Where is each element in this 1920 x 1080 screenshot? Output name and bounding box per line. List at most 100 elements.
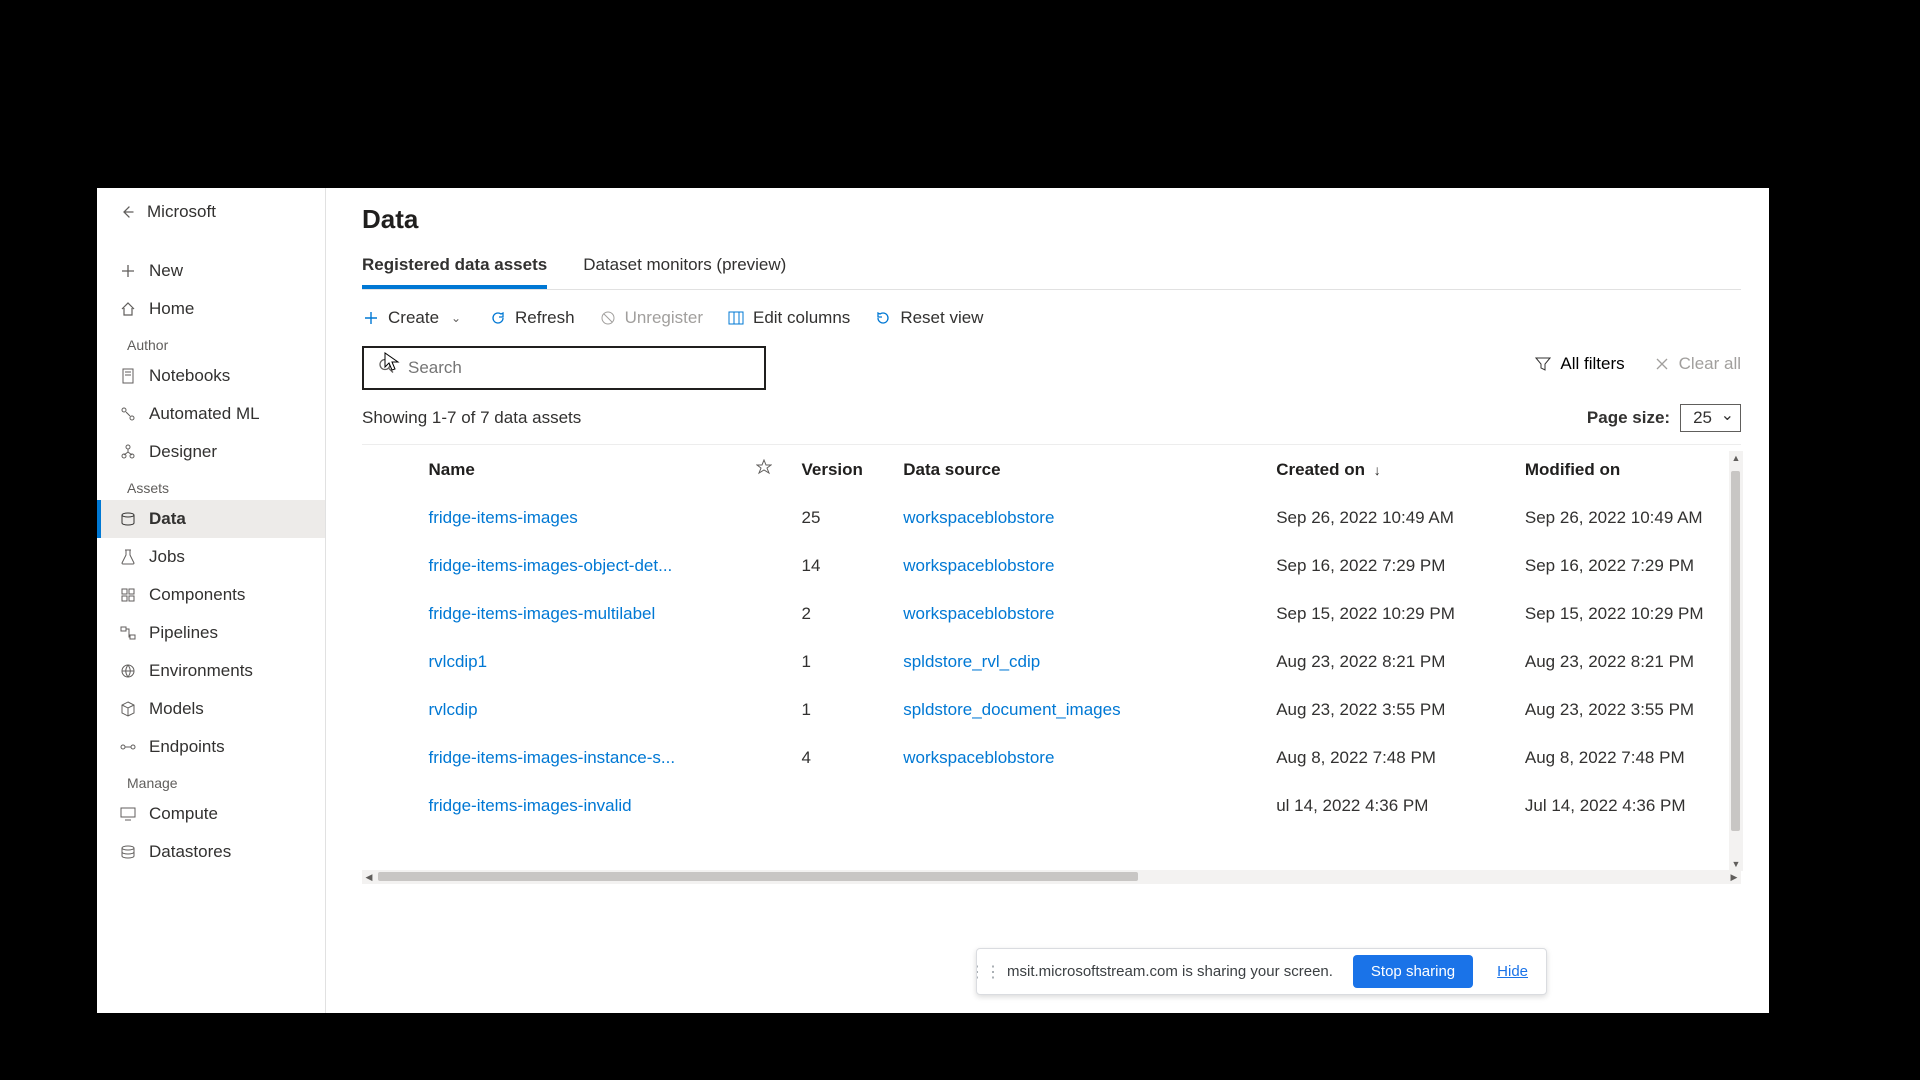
sidebar-environments[interactable]: Environments <box>97 652 325 690</box>
table-row[interactable]: fridge-items-images-multilabel 2 workspace… <box>362 590 1741 638</box>
sidebar-item-label: Designer <box>149 442 217 462</box>
back-icon <box>119 203 137 221</box>
sidebar-designer[interactable]: Designer <box>97 433 325 471</box>
modified-cell: Aug 23, 2022 8:21 PM <box>1515 638 1741 686</box>
filter-icon <box>1534 355 1552 373</box>
scroll-down-icon[interactable]: ▼ <box>1729 857 1743 871</box>
data-source-link[interactable]: workspaceblobstore <box>903 748 1054 767</box>
asset-name-link[interactable]: rvlcdip1 <box>429 652 488 671</box>
version-cell: 4 <box>792 734 894 782</box>
col-data-source[interactable]: Data source <box>893 445 1266 494</box>
scroll-left-icon[interactable]: ◀ <box>362 870 376 884</box>
asset-name-link[interactable]: fridge-items-images-object-det... <box>429 556 673 575</box>
sidebar: Microsoft New Home Author Notebooks <box>97 188 326 1013</box>
create-button[interactable]: Create ⌄ <box>362 308 465 328</box>
scroll-right-icon[interactable]: ▶ <box>1727 870 1741 884</box>
tab-dataset-monitors[interactable]: Dataset monitors (preview) <box>583 249 786 289</box>
sidebar-item-label: Home <box>149 299 194 319</box>
sidebar-endpoints[interactable]: Endpoints <box>97 728 325 766</box>
scroll-thumb[interactable] <box>378 872 1138 881</box>
asset-name-link[interactable]: fridge-items-images-instance-s... <box>429 748 676 767</box>
showing-count: Showing 1-7 of 7 data assets <box>362 408 581 428</box>
sidebar-components[interactable]: Components <box>97 576 325 614</box>
tab-registered-assets[interactable]: Registered data assets <box>362 249 547 289</box>
edit-columns-button[interactable]: Edit columns <box>727 308 850 328</box>
col-version[interactable]: Version <box>792 445 894 494</box>
table-container: Name Version Data source Created on ↓ <box>362 444 1741 884</box>
table-row[interactable]: fridge-items-images-instance-s... 4 worksp… <box>362 734 1741 782</box>
sidebar-notebooks[interactable]: Notebooks <box>97 357 325 395</box>
sidebar-item-label: Models <box>149 699 204 719</box>
compute-icon <box>119 805 137 823</box>
data-source-link[interactable]: workspaceblobstore <box>903 604 1054 623</box>
version-cell: 2 <box>792 590 894 638</box>
data-icon <box>119 510 137 528</box>
page-size-select[interactable]: 25 <box>1680 404 1741 432</box>
sidebar-jobs[interactable]: Jobs <box>97 538 325 576</box>
table-row[interactable]: fridge-items-images-object-det...14works… <box>362 542 1741 590</box>
plus-icon <box>362 309 380 327</box>
asset-name-link[interactable]: fridge-items-images <box>429 508 578 527</box>
asset-name-link[interactable]: rvlcdip <box>429 700 478 719</box>
designer-icon <box>119 443 137 461</box>
modified-cell: Sep 26, 2022 10:49 AM <box>1515 494 1741 542</box>
col-name[interactable]: Name <box>419 445 747 494</box>
data-source-link[interactable]: workspaceblobstore <box>903 508 1054 527</box>
created-cell: Aug 23, 2022 8:21 PM <box>1266 638 1515 686</box>
data-source-link[interactable]: spldstore_document_images <box>903 700 1120 719</box>
vertical-scrollbar[interactable]: ▲ ▼ <box>1729 451 1743 871</box>
sidebar-automated-ml[interactable]: Automated ML <box>97 395 325 433</box>
button-label: Clear all <box>1679 354 1741 374</box>
data-source-link[interactable]: spldstore_rvl_cdip <box>903 652 1040 671</box>
data-source-link[interactable]: workspaceblobstore <box>903 556 1054 575</box>
drag-handle-icon[interactable]: ⋮⋮ <box>977 962 993 982</box>
hide-banner-button[interactable]: Hide <box>1479 963 1546 980</box>
stop-sharing-button[interactable]: Stop sharing <box>1353 955 1473 988</box>
col-modified-on[interactable]: Modified on <box>1515 445 1741 494</box>
asset-name-link[interactable]: fridge-items-images-invalid <box>429 796 632 815</box>
created-cell: Sep 26, 2022 10:49 AM <box>1266 494 1515 542</box>
col-favorite[interactable] <box>746 445 791 494</box>
search-input-container[interactable] <box>362 346 766 390</box>
sidebar-models[interactable]: Models <box>97 690 325 728</box>
table-row[interactable]: fridge-items-images25workspaceblobstoreS… <box>362 494 1741 542</box>
components-icon <box>119 586 137 604</box>
sidebar-datastores[interactable]: Datastores <box>97 833 325 871</box>
reset-view-button[interactable]: Reset view <box>874 308 983 328</box>
button-label: Refresh <box>515 308 575 328</box>
scroll-thumb[interactable] <box>1731 471 1740 831</box>
brand-label: Microsoft <box>147 202 216 222</box>
search-icon <box>378 358 394 379</box>
search-input[interactable] <box>408 358 764 378</box>
automl-icon <box>119 405 137 423</box>
sidebar-item-label: Pipelines <box>149 623 218 643</box>
all-filters-button[interactable]: All filters <box>1534 354 1624 374</box>
created-cell: Sep 15, 2022 10:29 PM <box>1266 590 1515 638</box>
sidebar-compute[interactable]: Compute <box>97 795 325 833</box>
brand-back[interactable]: Microsoft <box>97 192 325 232</box>
button-label: Reset view <box>900 308 983 328</box>
modified-cell: Aug 23, 2022 3:55 PM <box>1515 686 1741 734</box>
sidebar-item-label: Environments <box>149 661 253 681</box>
scroll-up-icon[interactable]: ▲ <box>1729 451 1743 465</box>
flask-icon <box>119 548 137 566</box>
table-row[interactable]: fridge-items-images-invalidul 14, 2022 4… <box>362 782 1741 830</box>
sidebar-pipelines[interactable]: Pipelines <box>97 614 325 652</box>
sidebar-item-label: Compute <box>149 804 218 824</box>
table-row[interactable]: rvlcdip1spldstore_document_imagesAug 23,… <box>362 686 1741 734</box>
sidebar-data[interactable]: Data <box>97 500 325 538</box>
clear-all-button[interactable]: Clear all <box>1653 354 1741 374</box>
sidebar-home[interactable]: Home <box>97 290 325 328</box>
sidebar-item-label: Data <box>149 509 186 529</box>
col-created-on[interactable]: Created on ↓ <box>1266 445 1515 494</box>
button-label: Unregister <box>625 308 703 328</box>
created-cell: Sep 16, 2022 7:29 PM <box>1266 542 1515 590</box>
asset-name-link[interactable]: fridge-items-images-multilabel <box>429 604 656 623</box>
sidebar-item-label: Endpoints <box>149 737 225 757</box>
sidebar-new[interactable]: New <box>97 252 325 290</box>
page-title: Data <box>362 204 1741 235</box>
table-row[interactable]: rvlcdip11spldstore_rvl_cdipAug 23, 2022 … <box>362 638 1741 686</box>
created-cell: Aug 8, 2022 7:48 PM <box>1266 734 1515 782</box>
horizontal-scrollbar[interactable]: ◀ ▶ <box>362 870 1741 884</box>
refresh-button[interactable]: Refresh <box>489 308 575 328</box>
